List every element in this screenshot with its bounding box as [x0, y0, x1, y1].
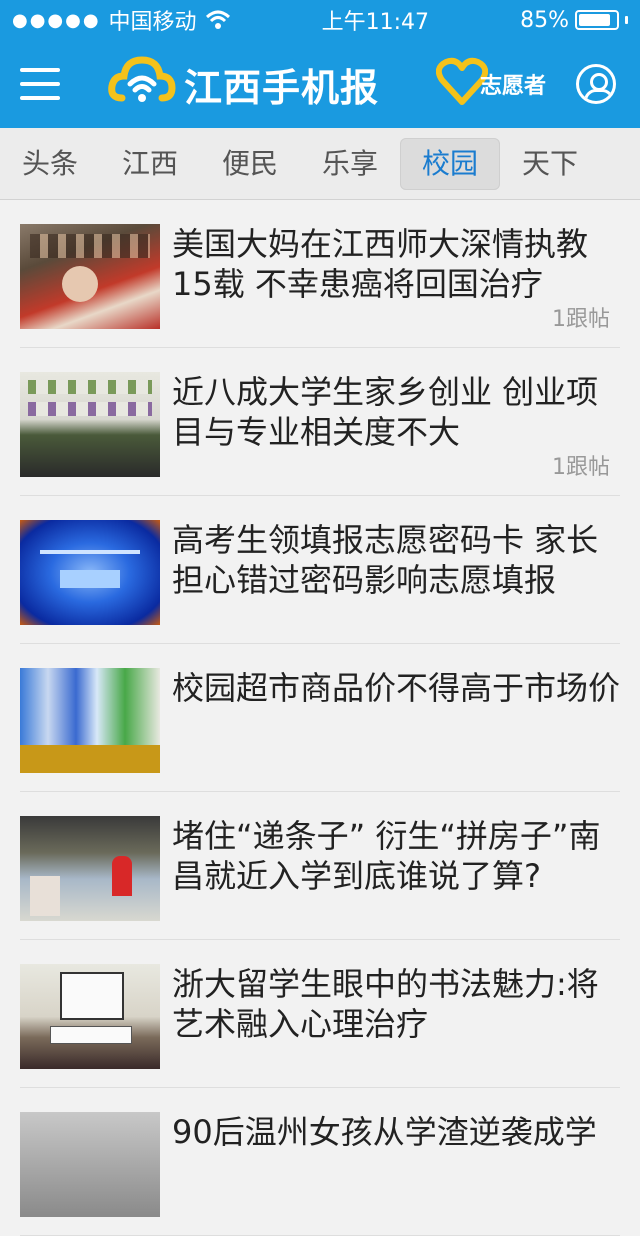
tab-campus[interactable]: 校园: [400, 137, 500, 190]
article-thumbnail: [20, 668, 160, 773]
list-item[interactable]: 美国大妈在江西师大深情执教15载 不幸患癌将回国治疗 1跟帖: [20, 200, 620, 348]
reply-count: 1跟帖: [552, 455, 610, 480]
tab-leisure[interactable]: 乐享: [300, 138, 400, 190]
tab-services[interactable]: 便民: [200, 138, 300, 190]
tab-headlines[interactable]: 头条: [0, 138, 100, 190]
tab-jiangxi[interactable]: 江西: [100, 138, 200, 190]
status-left: ●●●●● 中国移动: [12, 4, 231, 36]
battery-icon: [574, 10, 619, 30]
article-title: 高考生领填报志愿密码卡 家长担心错过密码影响志愿填报: [172, 521, 599, 599]
user-icon[interactable]: [576, 64, 616, 104]
wifi-icon: [205, 10, 230, 29]
carrier-label: 中国移动: [108, 10, 197, 35]
article-title: 浙大留学生眼中的书法魅力:将艺术融入心理治疗: [172, 965, 599, 1043]
clock: 上午11:47: [321, 10, 430, 35]
volunteer-button[interactable]: 志愿者: [436, 56, 546, 106]
list-item[interactable]: 90后温州女孩从学渣逆袭成学: [20, 1088, 620, 1236]
article-thumbnail: [20, 816, 160, 921]
logo-cloud-icon: [108, 56, 176, 102]
article-thumbnail: [20, 224, 160, 329]
battery-percent: 85%: [520, 7, 569, 33]
article-thumbnail: [20, 520, 160, 625]
app-logo: 江西手机报: [108, 54, 379, 114]
article-title: 校园超市商品价不得高于市场价: [172, 669, 621, 707]
article-thumbnail: [20, 372, 160, 477]
list-item[interactable]: 浙大留学生眼中的书法魅力:将艺术融入心理治疗: [20, 940, 620, 1088]
article-list: 美国大妈在江西师大深情执教15载 不幸患癌将回国治疗 1跟帖 近八成大学生家乡创…: [0, 200, 640, 1236]
category-tabs: 头条 江西 便民 乐享 校园 天下: [0, 128, 640, 200]
battery-fill: [578, 14, 610, 26]
battery-indicator: 85%: [520, 8, 628, 33]
battery-tip: [624, 16, 628, 24]
article-thumbnail: [20, 1112, 160, 1217]
app-title: 江西手机报: [184, 65, 380, 110]
signal-icon: ●●●●●: [12, 9, 101, 31]
article-thumbnail: [20, 964, 160, 1069]
list-item[interactable]: 高考生领填报志愿密码卡 家长担心错过密码影响志愿填报: [20, 496, 620, 644]
list-item[interactable]: 近八成大学生家乡创业 创业项目与专业相关度不大 1跟帖: [20, 348, 620, 496]
status-bar: ●●●●● 中国移动 上午11:47 85%: [0, 0, 640, 40]
reply-count: 1跟帖: [552, 307, 610, 332]
volunteer-label: 志愿者: [480, 74, 547, 99]
app-header: 江西手机报 志愿者: [0, 40, 640, 128]
article-title: 90后温州女孩从学渣逆袭成学: [172, 1113, 597, 1151]
tab-world[interactable]: 天下: [500, 138, 600, 190]
menu-icon[interactable]: [20, 68, 60, 100]
list-item[interactable]: 堵住“递条子” 衍生“拼房子”南昌就近入学到底谁说了算?: [20, 792, 620, 940]
article-title: 堵住“递条子” 衍生“拼房子”南昌就近入学到底谁说了算?: [172, 817, 601, 895]
list-item[interactable]: 校园超市商品价不得高于市场价: [20, 644, 620, 792]
